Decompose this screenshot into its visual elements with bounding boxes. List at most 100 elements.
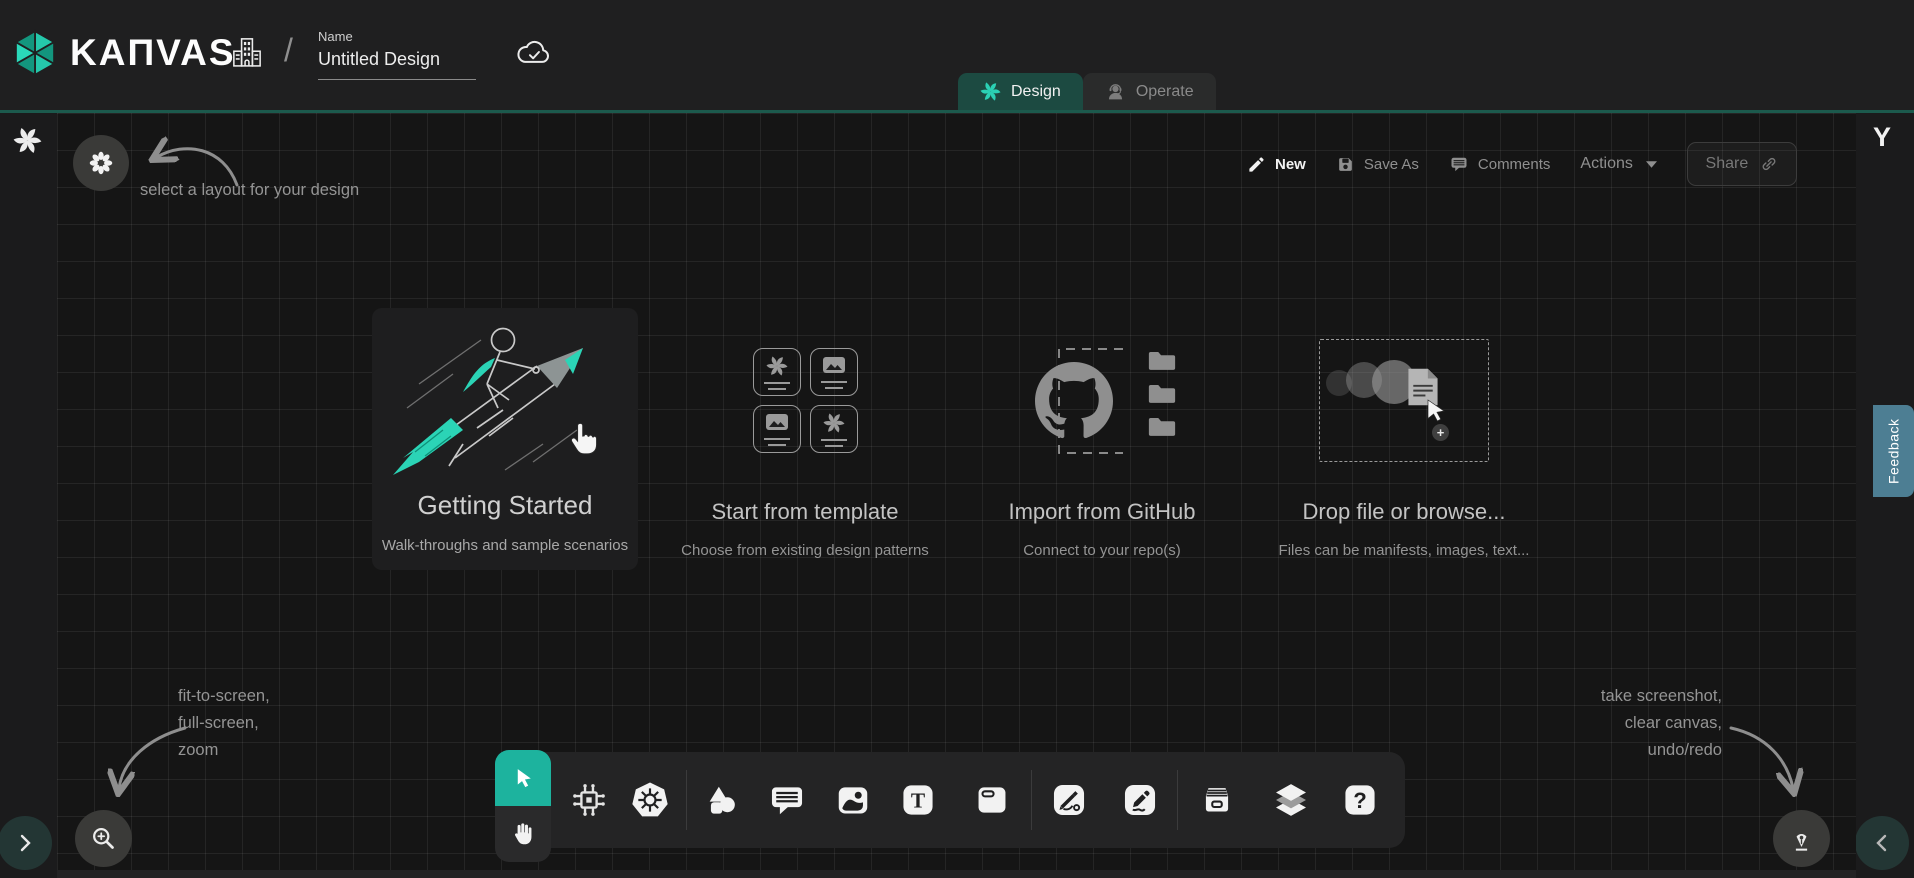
brand-logo: KAΠVAS: [12, 28, 236, 78]
design-name-field: Name Untitled Design: [318, 29, 476, 80]
card-title: Start from template: [711, 499, 898, 525]
template-tile-swirl: [810, 405, 858, 453]
hand-pan-tool[interactable]: [495, 806, 551, 862]
layout-picker-button[interactable]: [73, 135, 129, 191]
card-drop-file[interactable]: + Drop file or browse... Files can be ma…: [1254, 338, 1554, 573]
card-start-from-template[interactable]: Start from template Choose from existing…: [655, 338, 955, 573]
new-button[interactable]: New: [1247, 155, 1306, 174]
save-as-label: Save As: [1364, 156, 1419, 173]
drop-file-art: +: [1319, 338, 1489, 463]
toolbar-divider: [1031, 770, 1032, 830]
card-subtitle: Choose from existing design patterns: [681, 542, 929, 559]
organization-icon[interactable]: [230, 34, 264, 75]
svg-text:?: ?: [1353, 788, 1367, 813]
comment-tool[interactable]: [767, 780, 807, 820]
template-tiles: [753, 338, 858, 463]
getting-started-illustration: [372, 308, 638, 484]
image-tool[interactable]: [833, 780, 873, 820]
design-canvas[interactable]: select a layout for your design New Save…: [57, 113, 1856, 878]
tab-design[interactable]: Design: [958, 73, 1083, 110]
swirl-icon: [766, 355, 788, 377]
template-tile-image: [810, 348, 858, 396]
comments-icon: [1449, 154, 1469, 174]
pointer-tool-group: [495, 750, 551, 862]
canvas-bottom-strip: [57, 870, 1856, 878]
pen-path-tool[interactable]: [1049, 780, 1089, 820]
comments-button[interactable]: Comments: [1449, 154, 1551, 174]
kanvas-app: KAΠVAS / Name Untitled Design: [0, 0, 1914, 878]
share-label: Share: [1706, 155, 1749, 173]
folder-icon: [1147, 413, 1177, 438]
header-bar: KAΠVAS / Name Untitled Design: [0, 0, 1914, 110]
template-tile-image: [753, 405, 801, 453]
zoom-button[interactable]: [75, 810, 132, 867]
folder-icon: [1147, 380, 1177, 405]
chevron-right-icon: [19, 834, 31, 852]
save-floppy-icon: [1336, 155, 1355, 174]
hand-icon: [510, 821, 536, 847]
zoom-hint-arrow: [97, 716, 192, 804]
actions-dropdown[interactable]: Actions: [1580, 155, 1656, 173]
help-tool[interactable]: ?: [1340, 780, 1380, 820]
y-logo[interactable]: Y: [1873, 122, 1891, 153]
share-button[interactable]: Share: [1687, 142, 1797, 186]
brand-name: KAΠVAS: [70, 32, 236, 74]
cursor-select-icon: [511, 766, 536, 791]
canvas-top-border: [0, 110, 1914, 113]
expand-left-panel-button[interactable]: [0, 816, 52, 870]
sidebar-swirl-icon[interactable]: [13, 126, 42, 155]
repo-folders: [1147, 347, 1177, 438]
text-tool[interactable]: T: [898, 780, 938, 820]
left-rail: [0, 110, 57, 878]
canvas-action-bar: New Save As: [1247, 142, 1797, 186]
select-tool[interactable]: [495, 750, 551, 806]
card-import-github[interactable]: Import from GitHub Connect to your repo(…: [952, 338, 1252, 573]
screenshot-hint-arrow: [1725, 716, 1810, 804]
chevron-down-icon: [1646, 161, 1657, 168]
card-subtitle: Files can be manifests, images, text...: [1279, 542, 1530, 559]
cursor-arrow-icon: [1424, 398, 1448, 424]
share-link-icon: [1760, 155, 1778, 173]
kubernetes-tool[interactable]: [630, 780, 670, 820]
image-icon: [765, 413, 789, 433]
collapse-right-panel-button[interactable]: [1855, 816, 1909, 870]
design-name-input[interactable]: Untitled Design: [318, 49, 476, 80]
pencil-new-icon: [1247, 155, 1266, 174]
operate-headset-icon: [1105, 81, 1126, 102]
toolbar-divider: [686, 770, 687, 830]
layers-tool[interactable]: [1271, 780, 1311, 820]
card-subtitle: Connect to your repo(s): [1023, 542, 1181, 559]
kanvas-hexagon-icon: [12, 28, 58, 78]
github-art: [1027, 338, 1177, 463]
folder-icon: [1147, 347, 1177, 372]
save-as-button[interactable]: Save As: [1336, 155, 1419, 174]
layout-hint-text: select a layout for your design: [140, 177, 359, 204]
name-field-label: Name: [318, 29, 476, 44]
tab-operate-label: Operate: [1136, 83, 1194, 101]
chevron-left-icon: [1876, 834, 1888, 852]
layout-flower-icon: [88, 150, 114, 176]
screenshot-hint-text: take screenshot, clear canvas, undo/redo: [1517, 683, 1722, 764]
cursor-hand-icon: [564, 420, 602, 460]
toolbar-divider: [1177, 770, 1178, 830]
feedback-tab[interactable]: Feedback: [1873, 405, 1914, 497]
comments-label: Comments: [1478, 156, 1551, 173]
breadcrumb-separator: /: [284, 32, 293, 69]
pen-tool-button[interactable]: [1773, 810, 1830, 867]
shapes-tool[interactable]: [702, 780, 742, 820]
actions-label: Actions: [1580, 155, 1632, 173]
tab-operate[interactable]: Operate: [1083, 73, 1216, 110]
magnifier-plus-icon: [90, 825, 117, 852]
template-tile-grid: [753, 348, 858, 453]
svg-text:T: T: [911, 788, 925, 812]
right-rail: Y Feedback: [1856, 110, 1914, 878]
design-swirl-icon: [980, 81, 1001, 102]
note-tool[interactable]: [972, 780, 1012, 820]
pencil-draw-tool[interactable]: [1120, 780, 1160, 820]
drop-zone: +: [1319, 339, 1489, 462]
add-file-plus-badge: +: [1432, 424, 1449, 441]
swirl-icon: [823, 412, 845, 434]
archive-tool[interactable]: [1197, 780, 1237, 820]
card-getting-started[interactable]: Getting Started Walk-throughs and sample…: [372, 308, 638, 570]
graph-schematic-tool[interactable]: [569, 780, 609, 820]
